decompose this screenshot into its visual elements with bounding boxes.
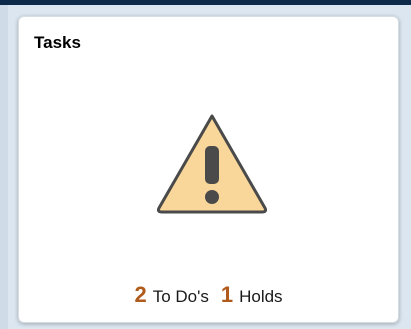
todos-label: To Do's [152,287,209,306]
top-navigation-bar [0,0,411,5]
holds-label: Holds [239,287,283,306]
adjacent-tile-edge [0,5,8,329]
tasks-tile[interactable]: Tasks 2 To Do's 1 Holds [18,16,399,323]
todos-count: 2 [134,282,147,307]
holds-count: 1 [220,282,234,307]
tile-title: Tasks [34,33,81,52]
tasks-summary: 2 To Do's 1 Holds [19,283,398,310]
warning-icon [156,114,268,214]
